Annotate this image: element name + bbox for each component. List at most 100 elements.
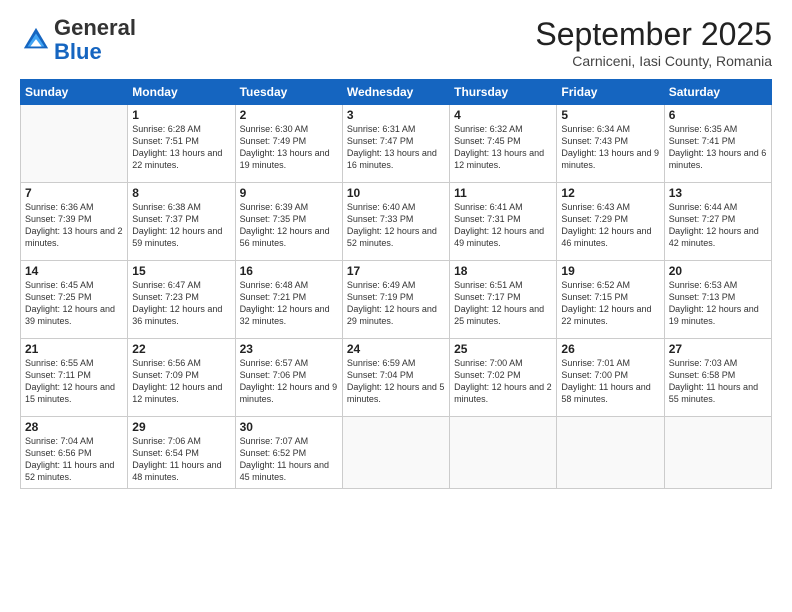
- day-number: 5: [561, 108, 659, 122]
- calendar-week-row: 7Sunrise: 6:36 AMSunset: 7:39 PMDaylight…: [21, 183, 772, 261]
- calendar-cell: 5Sunrise: 6:34 AMSunset: 7:43 PMDaylight…: [557, 105, 664, 183]
- day-number: 17: [347, 264, 445, 278]
- cell-info: Sunrise: 6:47 AMSunset: 7:23 PMDaylight:…: [132, 279, 230, 328]
- weekday-header-wednesday: Wednesday: [342, 80, 449, 105]
- calendar-cell: 24Sunrise: 6:59 AMSunset: 7:04 PMDayligh…: [342, 339, 449, 417]
- logo-text: General Blue: [54, 16, 136, 64]
- calendar-cell: 4Sunrise: 6:32 AMSunset: 7:45 PMDaylight…: [450, 105, 557, 183]
- calendar-cell: 29Sunrise: 7:06 AMSunset: 6:54 PMDayligh…: [128, 417, 235, 489]
- day-number: 13: [669, 186, 767, 200]
- calendar-cell: 23Sunrise: 6:57 AMSunset: 7:06 PMDayligh…: [235, 339, 342, 417]
- day-number: 9: [240, 186, 338, 200]
- cell-info: Sunrise: 7:00 AMSunset: 7:02 PMDaylight:…: [454, 357, 552, 406]
- day-number: 8: [132, 186, 230, 200]
- cell-info: Sunrise: 6:56 AMSunset: 7:09 PMDaylight:…: [132, 357, 230, 406]
- header: General Blue September 2025 Carniceni, I…: [20, 16, 772, 69]
- calendar-cell: 7Sunrise: 6:36 AMSunset: 7:39 PMDaylight…: [21, 183, 128, 261]
- calendar-cell: 1Sunrise: 6:28 AMSunset: 7:51 PMDaylight…: [128, 105, 235, 183]
- calendar-cell: 19Sunrise: 6:52 AMSunset: 7:15 PMDayligh…: [557, 261, 664, 339]
- day-number: 28: [25, 420, 123, 434]
- calendar-cell: 2Sunrise: 6:30 AMSunset: 7:49 PMDaylight…: [235, 105, 342, 183]
- day-number: 26: [561, 342, 659, 356]
- day-number: 15: [132, 264, 230, 278]
- calendar-week-row: 1Sunrise: 6:28 AMSunset: 7:51 PMDaylight…: [21, 105, 772, 183]
- cell-info: Sunrise: 6:59 AMSunset: 7:04 PMDaylight:…: [347, 357, 445, 406]
- cell-info: Sunrise: 6:40 AMSunset: 7:33 PMDaylight:…: [347, 201, 445, 250]
- calendar-cell: 14Sunrise: 6:45 AMSunset: 7:25 PMDayligh…: [21, 261, 128, 339]
- calendar-cell: [342, 417, 449, 489]
- cell-info: Sunrise: 6:32 AMSunset: 7:45 PMDaylight:…: [454, 123, 552, 172]
- calendar-cell: 27Sunrise: 7:03 AMSunset: 6:58 PMDayligh…: [664, 339, 771, 417]
- calendar-cell: 25Sunrise: 7:00 AMSunset: 7:02 PMDayligh…: [450, 339, 557, 417]
- cell-info: Sunrise: 7:07 AMSunset: 6:52 PMDaylight:…: [240, 435, 338, 484]
- calendar-cell: 26Sunrise: 7:01 AMSunset: 7:00 PMDayligh…: [557, 339, 664, 417]
- calendar-cell: 20Sunrise: 6:53 AMSunset: 7:13 PMDayligh…: [664, 261, 771, 339]
- logo-icon: [22, 26, 50, 54]
- calendar-table: SundayMondayTuesdayWednesdayThursdayFrid…: [20, 79, 772, 489]
- calendar-cell: 12Sunrise: 6:43 AMSunset: 7:29 PMDayligh…: [557, 183, 664, 261]
- cell-info: Sunrise: 6:38 AMSunset: 7:37 PMDaylight:…: [132, 201, 230, 250]
- day-number: 18: [454, 264, 552, 278]
- calendar-cell: 6Sunrise: 6:35 AMSunset: 7:41 PMDaylight…: [664, 105, 771, 183]
- day-number: 4: [454, 108, 552, 122]
- cell-info: Sunrise: 7:06 AMSunset: 6:54 PMDaylight:…: [132, 435, 230, 484]
- day-number: 30: [240, 420, 338, 434]
- cell-info: Sunrise: 6:35 AMSunset: 7:41 PMDaylight:…: [669, 123, 767, 172]
- cell-info: Sunrise: 6:48 AMSunset: 7:21 PMDaylight:…: [240, 279, 338, 328]
- cell-info: Sunrise: 6:43 AMSunset: 7:29 PMDaylight:…: [561, 201, 659, 250]
- cell-info: Sunrise: 7:03 AMSunset: 6:58 PMDaylight:…: [669, 357, 767, 406]
- day-number: 24: [347, 342, 445, 356]
- calendar-cell: 10Sunrise: 6:40 AMSunset: 7:33 PMDayligh…: [342, 183, 449, 261]
- page: General Blue September 2025 Carniceni, I…: [0, 0, 792, 612]
- day-number: 16: [240, 264, 338, 278]
- weekday-header-monday: Monday: [128, 80, 235, 105]
- cell-info: Sunrise: 7:04 AMSunset: 6:56 PMDaylight:…: [25, 435, 123, 484]
- cell-info: Sunrise: 6:34 AMSunset: 7:43 PMDaylight:…: [561, 123, 659, 172]
- calendar-cell: 9Sunrise: 6:39 AMSunset: 7:35 PMDaylight…: [235, 183, 342, 261]
- calendar-cell: 30Sunrise: 7:07 AMSunset: 6:52 PMDayligh…: [235, 417, 342, 489]
- cell-info: Sunrise: 6:36 AMSunset: 7:39 PMDaylight:…: [25, 201, 123, 250]
- cell-info: Sunrise: 6:41 AMSunset: 7:31 PMDaylight:…: [454, 201, 552, 250]
- cell-info: Sunrise: 7:01 AMSunset: 7:00 PMDaylight:…: [561, 357, 659, 406]
- day-number: 22: [132, 342, 230, 356]
- calendar-cell: 8Sunrise: 6:38 AMSunset: 7:37 PMDaylight…: [128, 183, 235, 261]
- calendar-week-row: 14Sunrise: 6:45 AMSunset: 7:25 PMDayligh…: [21, 261, 772, 339]
- day-number: 21: [25, 342, 123, 356]
- cell-info: Sunrise: 6:51 AMSunset: 7:17 PMDaylight:…: [454, 279, 552, 328]
- weekday-header-tuesday: Tuesday: [235, 80, 342, 105]
- day-number: 12: [561, 186, 659, 200]
- weekday-header-friday: Friday: [557, 80, 664, 105]
- calendar-cell: [21, 105, 128, 183]
- calendar-header-row: SundayMondayTuesdayWednesdayThursdayFrid…: [21, 80, 772, 105]
- day-number: 25: [454, 342, 552, 356]
- weekday-header-thursday: Thursday: [450, 80, 557, 105]
- day-number: 7: [25, 186, 123, 200]
- logo: General Blue: [20, 16, 136, 64]
- cell-info: Sunrise: 6:45 AMSunset: 7:25 PMDaylight:…: [25, 279, 123, 328]
- calendar-cell: 22Sunrise: 6:56 AMSunset: 7:09 PMDayligh…: [128, 339, 235, 417]
- day-number: 20: [669, 264, 767, 278]
- cell-info: Sunrise: 6:57 AMSunset: 7:06 PMDaylight:…: [240, 357, 338, 406]
- calendar-cell: 17Sunrise: 6:49 AMSunset: 7:19 PMDayligh…: [342, 261, 449, 339]
- title-block: September 2025 Carniceni, Iasi County, R…: [535, 16, 772, 69]
- weekday-header-sunday: Sunday: [21, 80, 128, 105]
- calendar-week-row: 21Sunrise: 6:55 AMSunset: 7:11 PMDayligh…: [21, 339, 772, 417]
- calendar-cell: [450, 417, 557, 489]
- cell-info: Sunrise: 6:53 AMSunset: 7:13 PMDaylight:…: [669, 279, 767, 328]
- calendar-cell: 21Sunrise: 6:55 AMSunset: 7:11 PMDayligh…: [21, 339, 128, 417]
- location: Carniceni, Iasi County, Romania: [535, 53, 772, 69]
- day-number: 1: [132, 108, 230, 122]
- cell-info: Sunrise: 6:39 AMSunset: 7:35 PMDaylight:…: [240, 201, 338, 250]
- calendar-cell: 11Sunrise: 6:41 AMSunset: 7:31 PMDayligh…: [450, 183, 557, 261]
- calendar-cell: [557, 417, 664, 489]
- weekday-header-saturday: Saturday: [664, 80, 771, 105]
- calendar-cell: 28Sunrise: 7:04 AMSunset: 6:56 PMDayligh…: [21, 417, 128, 489]
- month-title: September 2025: [535, 16, 772, 53]
- calendar-cell: 16Sunrise: 6:48 AMSunset: 7:21 PMDayligh…: [235, 261, 342, 339]
- day-number: 6: [669, 108, 767, 122]
- day-number: 11: [454, 186, 552, 200]
- cell-info: Sunrise: 6:49 AMSunset: 7:19 PMDaylight:…: [347, 279, 445, 328]
- cell-info: Sunrise: 6:55 AMSunset: 7:11 PMDaylight:…: [25, 357, 123, 406]
- calendar-cell: [664, 417, 771, 489]
- calendar-cell: 3Sunrise: 6:31 AMSunset: 7:47 PMDaylight…: [342, 105, 449, 183]
